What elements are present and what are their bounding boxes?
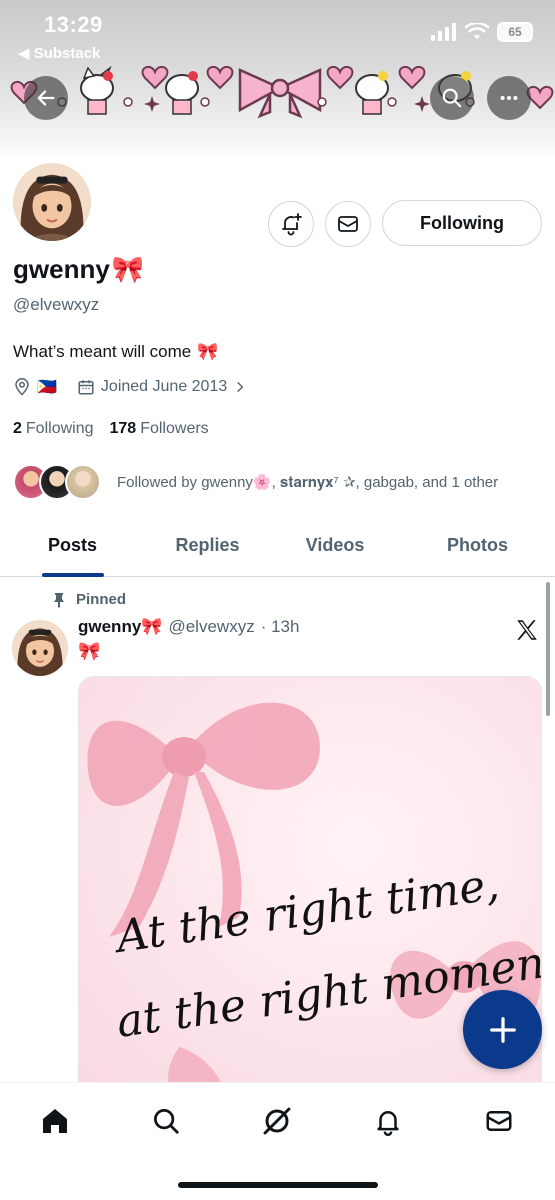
bow-emoji: 🎀 — [111, 254, 145, 284]
avatar-illustration — [12, 620, 68, 676]
arrow-left-icon — [37, 90, 55, 106]
more-icon — [500, 95, 518, 101]
bio-emoji: 🎀 — [197, 342, 219, 361]
notifications-subscribe-button[interactable] — [268, 201, 314, 247]
profile-banner: 13:29 ◀ Substack 65 — [0, 0, 555, 160]
mail-icon — [338, 216, 358, 232]
display-name: gwenny 🎀 — [13, 254, 144, 285]
user-handle: @elvewxyz — [13, 295, 100, 314]
nav-home[interactable] — [35, 1101, 75, 1141]
profile-avatar[interactable] — [10, 160, 94, 244]
bell-icon — [377, 1111, 399, 1136]
nav-notifications[interactable] — [368, 1101, 408, 1141]
tab-photos[interactable]: Photos — [400, 520, 555, 570]
home-icon — [43, 1109, 67, 1133]
pinned-label: Pinned — [76, 591, 127, 608]
followed-by-row[interactable]: Followed by gwenny🌸, 𝐬𝐭𝐚𝐫𝐧𝐲𝐱⁷ ✰, gabgab,… — [13, 462, 548, 502]
bio: What’s meant will come 🎀 — [13, 342, 218, 362]
bottom-navigation — [0, 1082, 555, 1200]
home-indicator — [178, 1182, 378, 1188]
mutual-avatar — [65, 464, 101, 500]
x-icon — [517, 620, 537, 640]
post-text: 🎀 — [78, 641, 101, 661]
more-button[interactable] — [487, 76, 531, 120]
tab-videos[interactable]: Videos — [270, 520, 400, 570]
pinned-indicator: Pinned — [52, 591, 126, 608]
display-name-text: gwenny — [13, 254, 110, 284]
chevron-right-icon[interactable] — [233, 380, 247, 394]
post-header: gwenny🎀 @elvewxyz · 13h — [78, 617, 299, 637]
calendar-icon — [78, 380, 94, 395]
profile-meta: 🇵🇭 Joined June 2013 — [13, 377, 247, 397]
followers-link[interactable]: 178 Followers — [110, 420, 209, 438]
search-icon — [442, 88, 462, 108]
bio-text: What’s meant will come — [13, 342, 192, 361]
battery-indicator: 65 — [497, 22, 533, 42]
avatar-illustration — [13, 163, 91, 241]
pin-icon — [54, 592, 64, 608]
nav-search[interactable] — [146, 1101, 186, 1141]
tab-replies[interactable]: Replies — [145, 520, 270, 570]
wifi-icon — [465, 23, 489, 39]
tab-posts[interactable]: Posts — [0, 520, 145, 570]
signal-icon — [431, 23, 456, 41]
plus-icon — [489, 1016, 516, 1043]
following-button[interactable]: Following — [382, 200, 542, 246]
bell-plus-icon — [282, 213, 302, 236]
grok-icon — [263, 1107, 291, 1135]
post-author-avatar[interactable] — [12, 620, 68, 676]
post-author-name[interactable]: gwenny🎀 — [78, 617, 162, 637]
x-logo-icon[interactable] — [514, 617, 540, 648]
location-icon — [15, 378, 29, 396]
mail-icon — [486, 1111, 512, 1131]
status-time: 13:29 — [44, 12, 103, 37]
post-time: · 13h — [260, 617, 300, 636]
search-icon — [154, 1109, 179, 1134]
post-author-handle[interactable]: @elvewxyz — [168, 617, 254, 637]
search-button[interactable] — [430, 76, 474, 120]
profile-tabs: Posts Replies Videos Photos — [0, 520, 555, 577]
back-button[interactable] — [24, 76, 68, 120]
message-button[interactable] — [325, 201, 371, 247]
follow-counts: 2 Following 178 Followers — [13, 420, 209, 438]
following-link[interactable]: 2 Following — [13, 420, 94, 438]
mutual-avatars — [13, 462, 109, 502]
back-to-app[interactable]: ◀ Substack — [18, 44, 100, 62]
nav-grok[interactable] — [257, 1101, 297, 1141]
followed-by-text: Followed by gwenny🌸, 𝐬𝐭𝐚𝐫𝐧𝐲𝐱⁷ ✰, gabgab,… — [117, 474, 499, 491]
status-indicators: 65 — [431, 22, 533, 42]
scrollbar[interactable] — [546, 582, 550, 716]
nav-messages[interactable] — [479, 1101, 519, 1141]
compose-post-button[interactable] — [463, 990, 542, 1069]
joined-date[interactable]: Joined June 2013 — [101, 378, 227, 396]
location-flag: 🇵🇭 — [37, 379, 57, 396]
